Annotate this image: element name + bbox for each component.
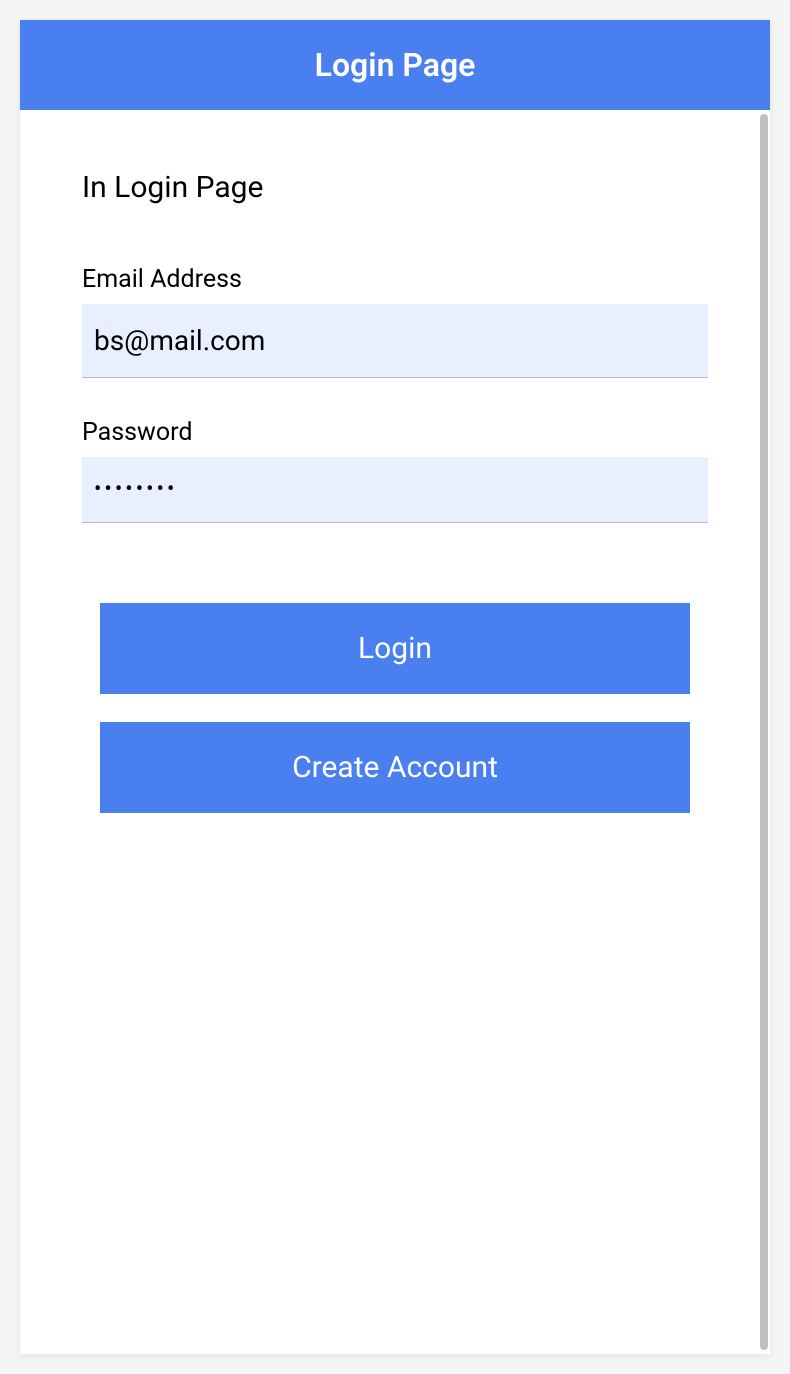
email-form-group: Email Address xyxy=(82,265,708,378)
email-input[interactable] xyxy=(82,304,708,378)
password-form-group: Password xyxy=(82,418,708,523)
page-heading: In Login Page xyxy=(82,170,708,205)
create-account-button[interactable]: Create Account xyxy=(100,722,690,813)
password-input[interactable] xyxy=(82,457,708,523)
app-container: Login Page In Login Page Email Address P… xyxy=(20,20,770,1354)
email-label: Email Address xyxy=(82,265,708,294)
content-wrapper: In Login Page Email Address Password Log… xyxy=(20,110,770,1354)
content: In Login Page Email Address Password Log… xyxy=(20,110,770,881)
login-button[interactable]: Login xyxy=(100,603,690,694)
app-title: Login Page xyxy=(315,46,476,84)
button-container: Login Create Account xyxy=(82,603,708,813)
app-header: Login Page xyxy=(20,20,770,110)
password-label: Password xyxy=(82,418,708,447)
scrollbar[interactable] xyxy=(760,114,768,1350)
